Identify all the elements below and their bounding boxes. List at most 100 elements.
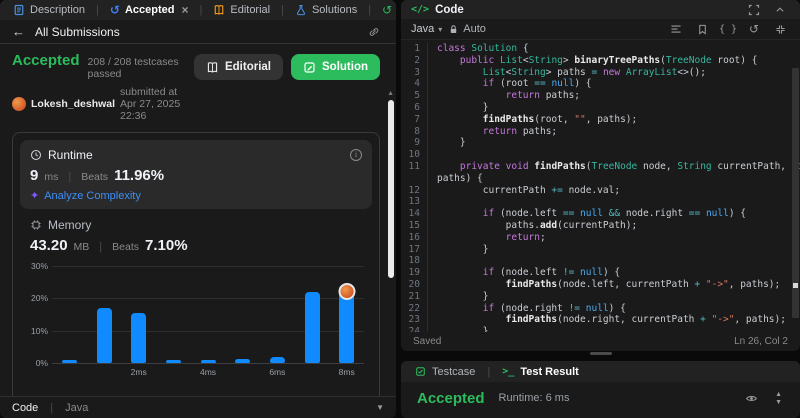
- scroll-up-arrow[interactable]: ▲: [775, 391, 782, 398]
- code-panel: </> Code Java ▾ Auto {} ↺ 1 class Solut…: [401, 0, 800, 351]
- chart-bar[interactable]: [96, 308, 112, 363]
- editorial-button-label: Editorial: [224, 61, 271, 73]
- back-arrow-icon[interactable]: ←: [12, 24, 25, 39]
- tab-description[interactable]: Description: [6, 0, 92, 20]
- format-code-icon[interactable]: [666, 20, 686, 38]
- code-line[interactable]: 11 private void findPaths(TreeNode node,…: [401, 160, 800, 173]
- code-line[interactable]: 5 return paths;: [401, 90, 800, 102]
- memory-chip-icon: [31, 220, 41, 230]
- chart-bar[interactable]: [165, 359, 181, 363]
- user-avatar: [12, 97, 26, 111]
- reset-code-icon[interactable]: ↺: [744, 20, 764, 38]
- chart-bar[interactable]: [269, 356, 285, 363]
- tab-test-result[interactable]: >_ Test Result: [498, 366, 583, 378]
- code-line[interactable]: 1 class Solution {: [401, 43, 800, 55]
- code-line[interactable]: 21 }: [401, 290, 800, 303]
- chart-bar[interactable]: [131, 312, 147, 363]
- code-line[interactable]: 22 if (node.right != null) {: [401, 302, 800, 315]
- editor-scrollbar-thumb[interactable]: [793, 283, 798, 288]
- collapse-up-icon[interactable]: [770, 1, 790, 19]
- beats-label: Beats: [112, 241, 140, 253]
- runtime-beats-value: 11.96%: [114, 167, 165, 184]
- shrink-icon[interactable]: [770, 20, 790, 38]
- panel-resize-handle[interactable]: [589, 352, 612, 355]
- runtime-label: Runtime: [48, 148, 93, 162]
- submitted-at: submitted at Apr 27, 2025 22:36: [120, 86, 181, 122]
- chart-bar[interactable]: [235, 358, 251, 363]
- chevron-down-icon[interactable]: ▼: [376, 403, 384, 412]
- code-line[interactable]: 2 public List<String> binaryTreePaths(Tr…: [401, 54, 800, 67]
- code-line[interactable]: 17 }: [401, 243, 800, 256]
- info-icon[interactable]: i: [350, 149, 362, 161]
- editorial-button[interactable]: Editorial: [193, 54, 283, 80]
- code-line[interactable]: 24 }: [401, 326, 800, 332]
- tab-label: Accepted: [124, 4, 175, 16]
- code-line[interactable]: 15 paths.add(currentPath);: [401, 219, 800, 232]
- tab-solutions[interactable]: Solutions: [288, 0, 364, 20]
- analyze-complexity-link[interactable]: ✦ Analyze Complexity: [30, 189, 362, 203]
- code-line[interactable]: 8 return paths;: [401, 125, 800, 138]
- code-line[interactable]: 10: [401, 149, 800, 161]
- tab-editorial[interactable]: Editorial: [206, 0, 277, 20]
- scroll-down-arrow[interactable]: ▼: [775, 399, 782, 406]
- code-line[interactable]: 18: [401, 255, 800, 268]
- code-editor[interactable]: 1 class Solution {2 public List<String> b…: [401, 40, 800, 332]
- left-bottom-bar[interactable]: Code | Java ▼: [0, 396, 396, 418]
- code-line[interactable]: 19 if (node.left != null) {: [401, 267, 800, 279]
- code-line[interactable]: 12 currentPath += node.val;: [401, 184, 800, 197]
- auto-save-indicator[interactable]: Auto: [448, 23, 486, 35]
- code-panel-title: Code: [435, 3, 464, 16]
- test-result-panel: Testcase | >_ Test Result Accepted Runti…: [401, 361, 800, 418]
- tab-testcase[interactable]: Testcase: [411, 366, 479, 378]
- code-line[interactable]: 16 return;: [401, 231, 800, 244]
- expand-icon[interactable]: [744, 1, 764, 19]
- code-line[interactable]: 23 findPaths(node.right, currentPath + "…: [401, 314, 800, 327]
- scroll-up-arrow[interactable]: ▲: [387, 90, 394, 97]
- code-line[interactable]: 6 }: [401, 101, 800, 114]
- copy-link-icon[interactable]: [364, 23, 384, 41]
- username[interactable]: Lokesh_deshwal: [31, 98, 115, 110]
- chart-bar[interactable]: [304, 291, 320, 363]
- history-icon: ↺: [382, 3, 393, 17]
- code-line[interactable]: 4 if (root == null) {: [401, 78, 800, 91]
- beats-label: Beats: [81, 171, 109, 183]
- x-axis-tick: 8ms: [338, 367, 355, 377]
- code-line[interactable]: 13: [401, 196, 800, 209]
- code-line[interactable]: paths) {: [401, 172, 800, 185]
- code-line[interactable]: 14 if (node.left == null && node.right =…: [401, 208, 800, 220]
- memory-label: Memory: [48, 218, 92, 232]
- y-axis-tick: 30%: [30, 261, 48, 271]
- cursor-position[interactable]: Ln 26, Col 2: [734, 336, 788, 347]
- bookmark-icon[interactable]: [692, 20, 712, 38]
- code-line[interactable]: 7 findPaths(root, "", paths);: [401, 113, 800, 126]
- scroll-arrows[interactable]: ▲ ▼: [775, 391, 784, 406]
- runtime-distribution-chart[interactable]: 0% 10% 20% 30% 2ms 4ms 6ms 8ms: [20, 261, 368, 382]
- code-panel-header: </> Code: [401, 0, 800, 19]
- code-line[interactable]: 9 }: [401, 137, 800, 150]
- submission-detail: Accepted 208 / 208 testcases passed Loke…: [0, 44, 396, 396]
- memory-block[interactable]: Memory 43.20 MB | Beats 7.10%: [20, 209, 372, 254]
- test-result-body: Accepted Runtime: 6 ms ▲ ▼: [401, 382, 800, 418]
- pencil-square-icon: [304, 61, 315, 73]
- chart-bar[interactable]: [61, 359, 77, 363]
- code-line[interactable]: 3 List<String> paths = new ArrayList<>()…: [401, 66, 800, 79]
- chart-bar[interactable]: [200, 359, 216, 363]
- runtime-card[interactable]: Runtime i 9 ms | Beats 11.96% ✦ Analyze …: [20, 140, 372, 209]
- code-icon: </>: [411, 4, 430, 15]
- user-avatar-marker: [338, 283, 356, 301]
- close-icon[interactable]: ×: [181, 3, 188, 17]
- code-line[interactable]: 20 findPaths(node.left, currentPath + "-…: [401, 278, 800, 291]
- solution-button[interactable]: Solution: [291, 54, 380, 80]
- runtime-value: 9: [30, 167, 39, 184]
- left-tab-bar: Description | ↺ Accepted × | Editorial |…: [0, 0, 396, 20]
- language-selector[interactable]: Java ▾: [411, 23, 442, 35]
- terminal-icon: >_: [502, 366, 515, 377]
- eye-icon[interactable]: [741, 389, 761, 407]
- tab-submissions[interactable]: ↺ Submissions: [375, 0, 396, 20]
- result-status: Accepted: [417, 389, 485, 407]
- left-scrollbar-thumb[interactable]: [388, 100, 394, 278]
- testcases-passed: 208 / 208 testcases passed: [87, 56, 179, 80]
- braces-icon[interactable]: { }: [718, 20, 738, 38]
- editor-scrollbar[interactable]: [792, 68, 799, 318]
- tab-accepted[interactable]: ↺ Accepted ×: [103, 0, 196, 20]
